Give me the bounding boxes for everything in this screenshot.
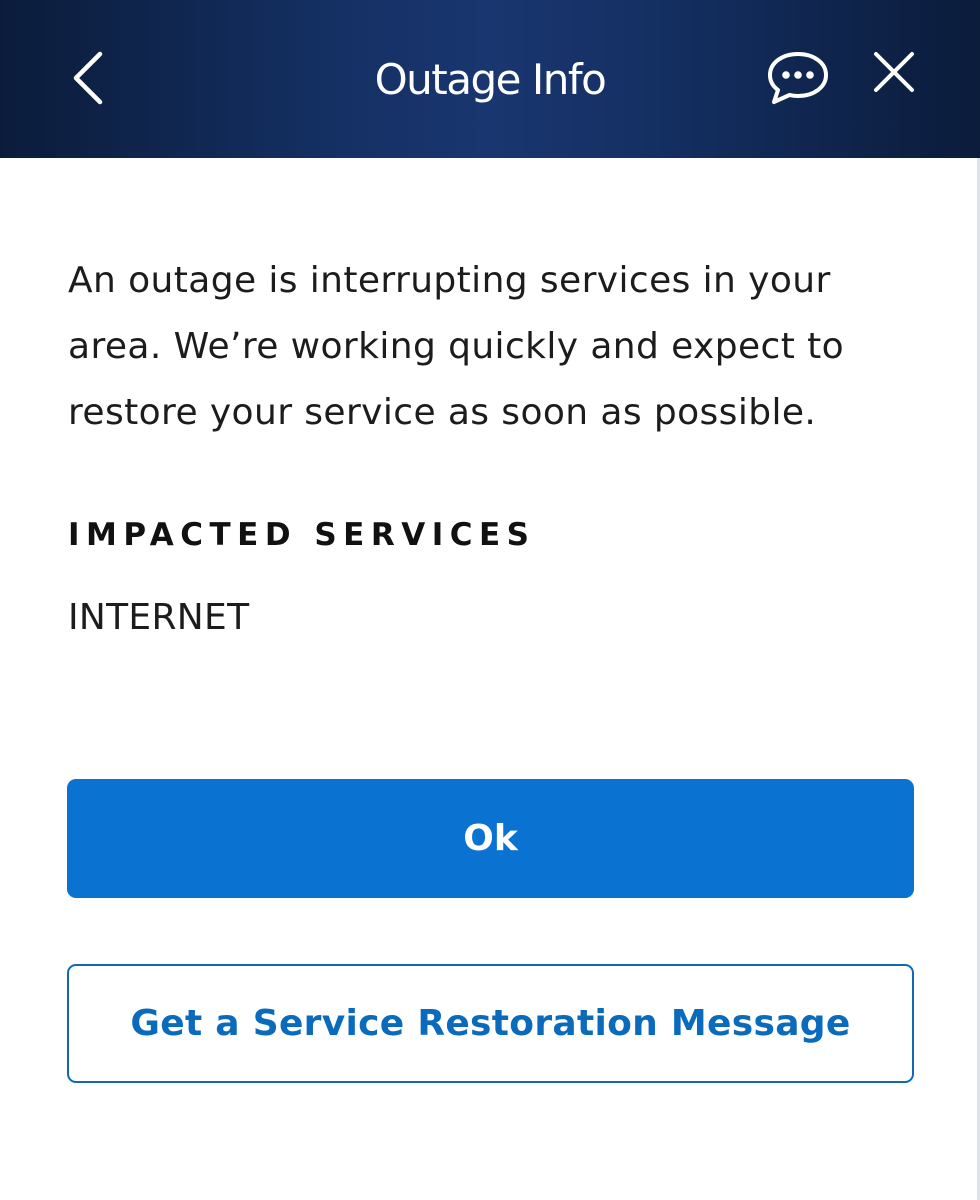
outage-info-screen: Outage Info An outage is interrupting se… bbox=[0, 0, 980, 1200]
service-restoration-message-button[interactable]: Get a Service Restoration Message bbox=[67, 964, 914, 1083]
chat-button[interactable] bbox=[760, 48, 836, 110]
outage-message: An outage is interrupting services in yo… bbox=[68, 260, 845, 433]
page-title: Outage Info bbox=[374, 55, 607, 104]
close-button[interactable] bbox=[866, 46, 922, 102]
back-button[interactable] bbox=[60, 48, 116, 112]
impacted-service-item: INTERNET bbox=[68, 597, 250, 638]
ok-button[interactable]: Ok bbox=[67, 779, 914, 898]
impacted-services-heading: IMPACTED SERVICES bbox=[68, 517, 536, 553]
chevron-left-icon bbox=[68, 48, 108, 112]
chat-bubble-icon bbox=[765, 49, 831, 109]
close-icon bbox=[872, 50, 916, 98]
header-bar: Outage Info bbox=[0, 0, 980, 158]
